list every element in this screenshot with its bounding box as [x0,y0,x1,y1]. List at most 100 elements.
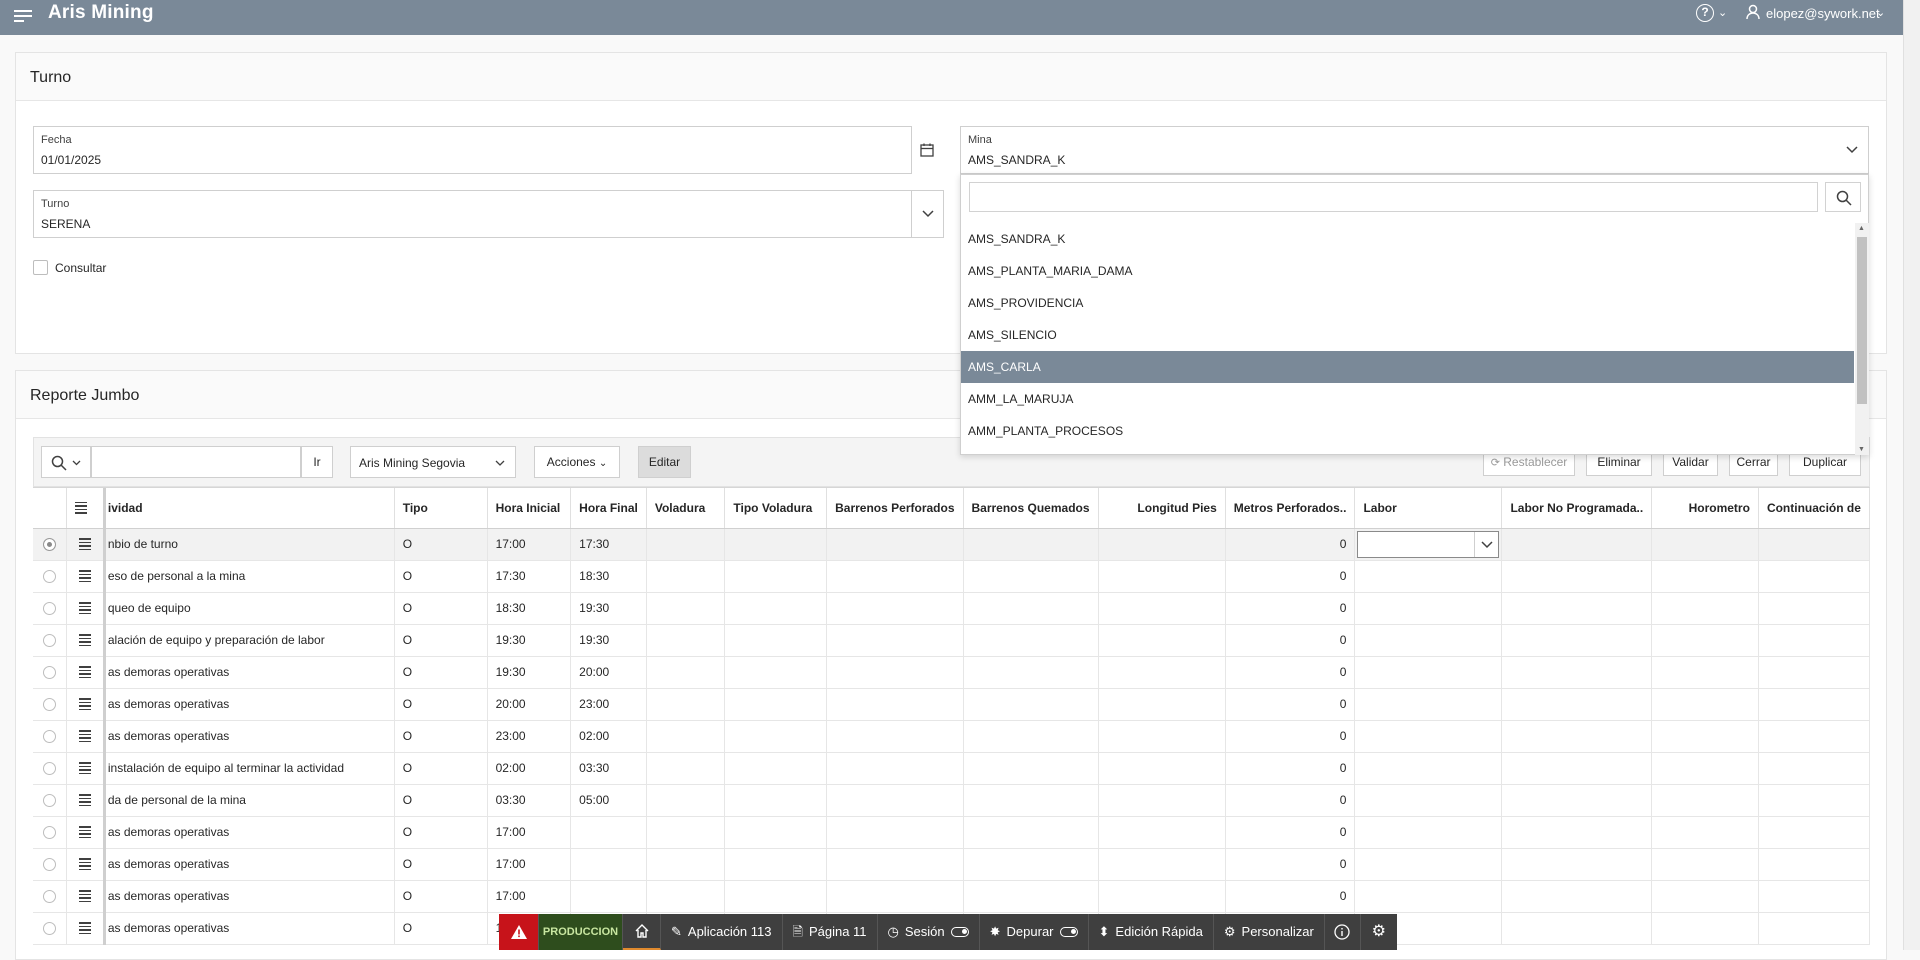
cell-horometro[interactable] [1651,816,1759,849]
cell-tipo-voladura[interactable] [724,784,828,817]
cell-tipo-voladura[interactable] [724,592,828,625]
cell-continuacion[interactable] [1758,656,1870,689]
cell-continuacion[interactable] [1758,784,1870,817]
cell-actividad[interactable]: as demoras operativas [102,848,395,881]
mina-search-input[interactable] [969,182,1818,212]
cell-tipo-voladura[interactable] [724,848,828,881]
cell-labor-no-programada[interactable] [1501,912,1653,945]
cell-labor-no-programada[interactable] [1501,688,1653,721]
cell-actividad[interactable]: as demoras operativas [102,688,395,721]
row-menu-cell[interactable] [66,592,105,625]
table-row[interactable]: as demoras operativasO17:00 0 [33,816,1870,849]
editar-button[interactable]: Editar [638,446,691,478]
row-radio[interactable] [42,922,56,936]
cell-labor-no-programada[interactable] [1501,784,1653,817]
cell-barrenos-quemados[interactable] [963,560,1099,593]
cell-hora-final[interactable] [570,816,647,849]
mina-option[interactable]: AMM_PLANTA_PROCESOS [961,415,1854,447]
cell-labor[interactable] [1354,784,1503,817]
row-menu-icon[interactable] [78,856,91,872]
row-menu-icon[interactable] [78,664,91,680]
cell-barrenos-perforados[interactable] [826,656,964,689]
cell-metros-perforados[interactable]: 0 [1225,688,1356,721]
cell-barrenos-perforados[interactable] [826,688,964,721]
mina-option[interactable]: AMS_SILENCIO [961,319,1854,351]
row-menu-icon[interactable] [78,728,91,744]
dropdown-scrollbar[interactable]: ▲ ▼ [1855,223,1869,455]
turno-dropdown-button[interactable] [911,190,944,238]
column-header-barrenos-perforados[interactable]: Barrenos Perforados [826,488,964,529]
cell-metros-perforados[interactable]: 0 [1225,816,1356,849]
cell-longitud-pies[interactable] [1098,624,1226,657]
cell-tipo-voladura[interactable] [724,624,828,657]
cell-continuacion[interactable] [1758,912,1870,945]
chevron-down-icon[interactable] [1846,146,1858,154]
cell-metros-perforados[interactable]: 0 [1225,560,1356,593]
mina-field[interactable]: Mina AMS_SANDRA_K [960,126,1869,174]
cell-hora-final[interactable]: 20:00 [570,656,647,689]
column-header-barrenos-quemados[interactable]: Barrenos Quemados [963,488,1099,529]
row-menu-icon[interactable] [78,568,91,584]
cell-voladura[interactable] [646,880,726,913]
row-menu-cell[interactable] [66,912,105,945]
user-menu-label[interactable]: elopez@sywork.net [1766,6,1880,21]
cell-hora-final[interactable]: 02:00 [570,720,647,753]
cell-metros-perforados[interactable]: 0 [1225,624,1356,657]
sesion-button[interactable]: ◷ Sesión [878,914,980,950]
cell-longitud-pies[interactable] [1098,656,1226,689]
row-select-cell[interactable] [33,688,67,721]
cell-horometro[interactable] [1651,528,1759,561]
row-menu-cell[interactable] [66,816,105,849]
cell-hora-inicial[interactable]: 18:30 [487,592,572,625]
column-header-actividad[interactable]: ividad [102,488,395,529]
cell-actividad[interactable]: as demoras operativas [102,880,395,913]
cell-voladura[interactable] [646,592,726,625]
consultar-checkbox[interactable] [33,260,48,275]
cell-metros-perforados[interactable]: 0 [1225,592,1356,625]
row-radio[interactable] [42,698,56,712]
cell-hora-final[interactable]: 19:30 [570,592,647,625]
cell-hora-final[interactable]: 19:30 [570,624,647,657]
cell-labor-no-programada[interactable] [1501,624,1653,657]
row-menu-cell[interactable] [66,624,105,657]
cell-actividad[interactable]: as demoras operativas [102,656,395,689]
cell-horometro[interactable] [1651,656,1759,689]
row-radio[interactable] [42,858,56,872]
cell-labor[interactable] [1354,752,1503,785]
row-menu-cell[interactable] [66,656,105,689]
cell-actividad[interactable]: queo de equipo [102,592,395,625]
row-menu-icon[interactable] [78,792,91,808]
cell-continuacion[interactable] [1758,592,1870,625]
search-column-button[interactable] [41,446,91,478]
cell-tipo[interactable]: O [394,656,488,689]
cell-labor[interactable] [1354,656,1503,689]
row-select-cell[interactable] [33,880,67,913]
row-radio[interactable] [42,730,56,744]
help-icon[interactable]: ? [1696,4,1714,22]
cell-horometro[interactable] [1651,752,1759,785]
table-row[interactable]: da de personal de la mina O 03:30 05:00 0 [33,784,1870,817]
scroll-down-icon[interactable]: ▼ [1858,446,1865,453]
cell-voladura[interactable] [646,688,726,721]
dropdown-scroll-thumb[interactable] [1857,237,1867,404]
row-menu-icon[interactable] [78,760,91,776]
cell-tipo-voladura[interactable] [724,880,828,913]
cell-hora-inicial[interactable]: 03:30 [487,784,572,817]
cell-tipo-voladura[interactable] [724,560,828,593]
report-search-input[interactable] [91,446,301,478]
cell-voladura[interactable] [646,656,726,689]
cell-metros-perforados[interactable]: 0 [1225,848,1356,881]
cell-continuacion[interactable] [1758,560,1870,593]
row-menu-icon[interactable] [78,600,91,616]
warning-button[interactable] [499,914,539,950]
cell-tipo[interactable]: O [394,752,488,785]
cell-labor[interactable] [1354,528,1503,561]
aplicacion-button[interactable]: ✎ Aplicación 113 [661,914,783,950]
cell-tipo-voladura[interactable] [724,816,828,849]
row-select-cell[interactable] [33,816,67,849]
cell-hora-inicial[interactable]: 17:00 [487,816,572,849]
cell-continuacion[interactable] [1758,624,1870,657]
cell-barrenos-perforados[interactable] [826,752,964,785]
cell-labor[interactable] [1354,688,1503,721]
cell-horometro[interactable] [1651,624,1759,657]
